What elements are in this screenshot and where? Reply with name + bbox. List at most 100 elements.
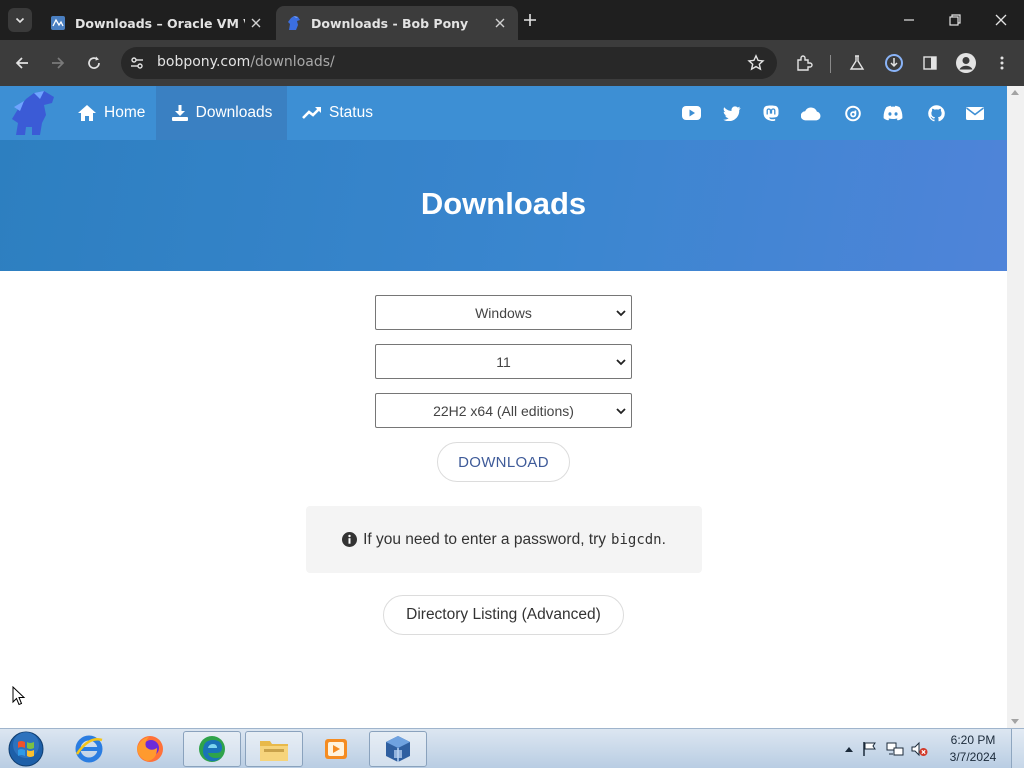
notice-text: If you need to enter a password, try <box>363 530 607 548</box>
reload-icon <box>88 56 100 69</box>
new-tab-button[interactable] <box>520 10 540 30</box>
directory-listing-button[interactable]: Directory Listing (Advanced) <box>383 595 624 635</box>
mail-icon[interactable] <box>965 104 985 122</box>
clock-date: 3/7/2024 <box>949 750 997 764</box>
plus-icon <box>524 14 536 26</box>
toolbar-divider <box>830 55 831 73</box>
chevron-down-icon <box>616 310 626 317</box>
nav-home-label: Home <box>104 104 146 121</box>
tab-search-button[interactable] <box>8 8 32 32</box>
browser-toolbar: bobpony.com/downloads/ <box>0 40 1024 86</box>
puzzle-icon <box>797 55 813 71</box>
menu-button[interactable] <box>990 51 1014 75</box>
os-select-value: Windows <box>475 304 532 321</box>
profile-button[interactable] <box>954 51 978 75</box>
virtualbox-icon[interactable] <box>369 731 427 767</box>
address-bar[interactable]: bobpony.com/downloads/ <box>121 47 777 79</box>
flask-icon <box>849 55 865 70</box>
chevron-down-icon <box>616 359 626 366</box>
windows-start-icon <box>8 731 44 767</box>
bob-pony-favicon-icon <box>288 16 300 30</box>
download-progress-button[interactable] <box>882 51 906 75</box>
network-icon[interactable] <box>886 741 904 757</box>
arrow-right-icon <box>52 57 65 69</box>
page-viewport: Home Downloads Status Downloads Windows <box>0 86 1007 728</box>
site-navbar: Home Downloads Status <box>0 86 1007 140</box>
edge-icon[interactable] <box>183 731 241 767</box>
scroll-up-icon[interactable] <box>1011 90 1019 95</box>
site-info-icon[interactable] <box>129 55 145 71</box>
file-explorer-icon[interactable] <box>245 731 303 767</box>
firefox-icon[interactable] <box>121 731 179 767</box>
media-player-icon[interactable] <box>307 731 365 767</box>
nav-home[interactable]: Home <box>66 86 156 140</box>
page-scrollbar[interactable] <box>1007 86 1024 728</box>
cloud-icon[interactable] <box>801 104 821 122</box>
volume-muted-icon[interactable] <box>910 741 928 757</box>
close-tab-icon[interactable] <box>492 15 508 31</box>
notice-password-code: bigcdn <box>611 531 662 548</box>
close-tab-icon[interactable] <box>248 15 264 31</box>
mastodon-icon[interactable] <box>761 104 781 122</box>
version-select[interactable]: 11 <box>375 344 632 379</box>
start-button[interactable] <box>6 731 46 767</box>
threads-icon[interactable] <box>843 104 863 122</box>
page-title: Downloads <box>420 186 587 221</box>
discord-icon[interactable] <box>883 104 903 122</box>
nav-downloads[interactable]: Downloads <box>156 86 287 140</box>
tab-oracle-vm[interactable]: Downloads – Oracle VM Virtua <box>40 6 274 40</box>
screen: Downloads – Oracle VM Virtua Downloads -… <box>0 0 1024 768</box>
restore-button[interactable] <box>932 6 978 34</box>
version-select-value: 11 <box>496 353 511 370</box>
back-button[interactable] <box>10 51 34 75</box>
url-path: /downloads/ <box>250 54 335 70</box>
scroll-down-icon[interactable] <box>1011 719 1019 724</box>
action-center-flag-icon[interactable] <box>862 741 878 757</box>
download-progress-icon <box>885 54 903 72</box>
trending-up-icon <box>302 107 321 119</box>
internet-explorer-icon[interactable] <box>60 731 118 767</box>
side-panel-icon <box>923 56 937 70</box>
clock[interactable]: 6:20 PM 3/7/2024 <box>938 732 1008 766</box>
system-tray <box>844 729 928 768</box>
password-notice: If you need to enter a password, try big… <box>306 506 702 573</box>
show-desktop-button[interactable] <box>1011 729 1024 768</box>
tab-bob-pony[interactable]: Downloads - Bob Pony <box>276 6 518 40</box>
side-panel-button[interactable] <box>918 51 942 75</box>
url-text: bobpony.com/downloads/ <box>157 54 335 70</box>
url-host: bobpony.com <box>157 54 251 70</box>
nav-status[interactable]: Status <box>292 86 383 140</box>
tab-title: Downloads – Oracle VM Virtua <box>75 15 245 31</box>
notice-suffix: . <box>661 530 666 548</box>
labs-button[interactable] <box>845 51 869 75</box>
arrow-left-icon <box>15 57 28 69</box>
show-hidden-icons-icon[interactable] <box>844 745 854 753</box>
github-icon[interactable] <box>926 104 946 122</box>
edition-select[interactable]: 22H2 x64 (All editions) <box>375 393 632 428</box>
hero-banner: Downloads <box>0 140 1007 271</box>
nav-status-label: Status <box>329 104 373 121</box>
home-icon <box>78 105 96 121</box>
download-icon <box>171 105 188 121</box>
avatar-icon <box>956 53 976 73</box>
chevron-down-icon <box>616 408 626 415</box>
mouse-cursor-icon <box>12 686 26 706</box>
youtube-icon[interactable] <box>681 104 701 122</box>
edition-select-value: 22H2 x64 (All editions) <box>433 402 574 419</box>
bookmark-star-icon[interactable] <box>747 54 765 72</box>
nav-downloads-label: Downloads <box>195 104 273 121</box>
close-window-button[interactable] <box>978 6 1024 34</box>
twitter-icon[interactable] <box>722 104 742 122</box>
extensions-button[interactable] <box>792 51 816 75</box>
browser-tab-strip: Downloads – Oracle VM Virtua Downloads -… <box>0 0 1024 40</box>
forward-button[interactable] <box>46 51 70 75</box>
reload-button[interactable] <box>82 51 106 75</box>
bob-pony-logo-icon[interactable] <box>10 89 60 137</box>
download-button[interactable]: DOWNLOAD <box>437 442 570 482</box>
chevron-down-icon <box>15 17 25 24</box>
os-select[interactable]: Windows <box>375 295 632 330</box>
minimize-button[interactable] <box>886 6 932 34</box>
clock-time: 6:20 PM <box>950 733 996 747</box>
site-favicon-icon <box>51 16 65 30</box>
info-circle-icon <box>342 532 358 547</box>
